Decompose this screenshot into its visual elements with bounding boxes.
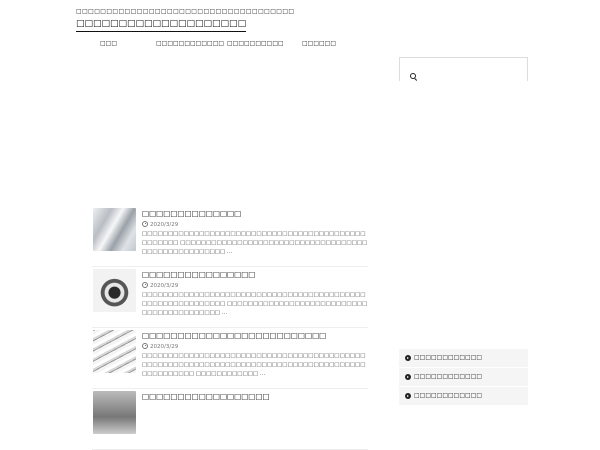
sidebar-item-label: □□□□□□□□□□□□ [414, 392, 483, 399]
post-thumbnail[interactable] [93, 269, 136, 312]
post-item[interactable]: □□□□□□□□□□□□□□ 2020/3/29 □□□□□□□□□□□□□□□… [92, 206, 368, 267]
search-box[interactable] [399, 57, 528, 81]
post-excerpt: □□□□□□□□□□□□□□□□□□□□□□□□□□□□□□□□□□□□□□□□… [142, 231, 368, 255]
post-title[interactable]: □□□□□□□□□□□□□□□□ [142, 270, 255, 280]
post-date-text: 2020/3/29 [150, 222, 179, 228]
nav-item-4[interactable]: □□□□□□ [302, 40, 336, 48]
post-date: 2020/3/29 [142, 221, 178, 229]
post-thumbnail[interactable] [93, 391, 136, 434]
nav-item-1[interactable]: □□□ [100, 40, 117, 48]
post-thumbnail[interactable] [93, 208, 136, 251]
sidebar-item[interactable]: □□□□□□□□□□□□ [399, 368, 528, 387]
post-date-text: 2020/3/29 [150, 344, 179, 350]
sidebar-item[interactable]: □□□□□□□□□□□□ [399, 387, 528, 406]
post-excerpt: □□□□□□□□□□□□□□□□□□□□□□□□□□□□□□□□□□□□□□□□… [142, 292, 368, 316]
sidebar-item[interactable]: □□□□□□□□□□□□ [399, 349, 528, 368]
site-title-link[interactable]: □□□□□□□□□□□□□□□□□□□□ [76, 18, 247, 32]
post-thumbnail[interactable] [93, 330, 136, 373]
post-title[interactable]: □□□□□□□□□□□□□□□□□□ [142, 392, 270, 402]
sidebar-item-label: □□□□□□□□□□□□ [414, 354, 483, 361]
post-excerpt: □□□□□□□□□□□□□□□□□□□□□□□□□□□□□□□□□□□□□□□□… [142, 353, 366, 377]
circle-arrow-right-icon [405, 374, 411, 380]
site-tagline: □□□□□□□□□□□□□□□□□□□□□□□□□□□□□□□□□□□□ [76, 8, 295, 15]
nav-item-3[interactable]: □□□□□□□□□□ [227, 40, 284, 48]
post-title[interactable]: □□□□□□□□□□□□□□ [142, 209, 241, 219]
circle-arrow-right-icon [405, 393, 411, 399]
clock-icon [142, 282, 148, 288]
sidebar-item-label: □□□□□□□□□□□□ [414, 373, 483, 380]
circle-arrow-right-icon [405, 355, 411, 361]
post-date: 2020/3/29 [142, 343, 178, 351]
nav-item-2[interactable]: □□□□□□□□□□□□ [156, 40, 224, 48]
post-list: □□□□□□□□□□□□□□ 2020/3/29 □□□□□□□□□□□□□□□… [92, 206, 368, 450]
clock-icon [142, 343, 148, 349]
search-icon[interactable] [410, 73, 416, 79]
post-title[interactable]: □□□□□□□□□□□□□□□□□□□□□□□□□□ [142, 331, 326, 341]
clock-icon [142, 221, 148, 227]
post-item[interactable]: □□□□□□□□□□□□□□□□□□ [92, 389, 368, 450]
sidebar-category-list: □□□□□□□□□□□□ □□□□□□□□□□□□ □□□□□□□□□□□□ [399, 349, 528, 406]
post-item[interactable]: □□□□□□□□□□□□□□□□□□□□□□□□□□ 2020/3/29 □□□… [92, 328, 368, 389]
post-date: 2020/3/29 [142, 282, 178, 290]
post-item[interactable]: □□□□□□□□□□□□□□□□ 2020/3/29 □□□□□□□□□□□□□… [92, 267, 368, 328]
post-date-text: 2020/3/29 [150, 283, 179, 289]
